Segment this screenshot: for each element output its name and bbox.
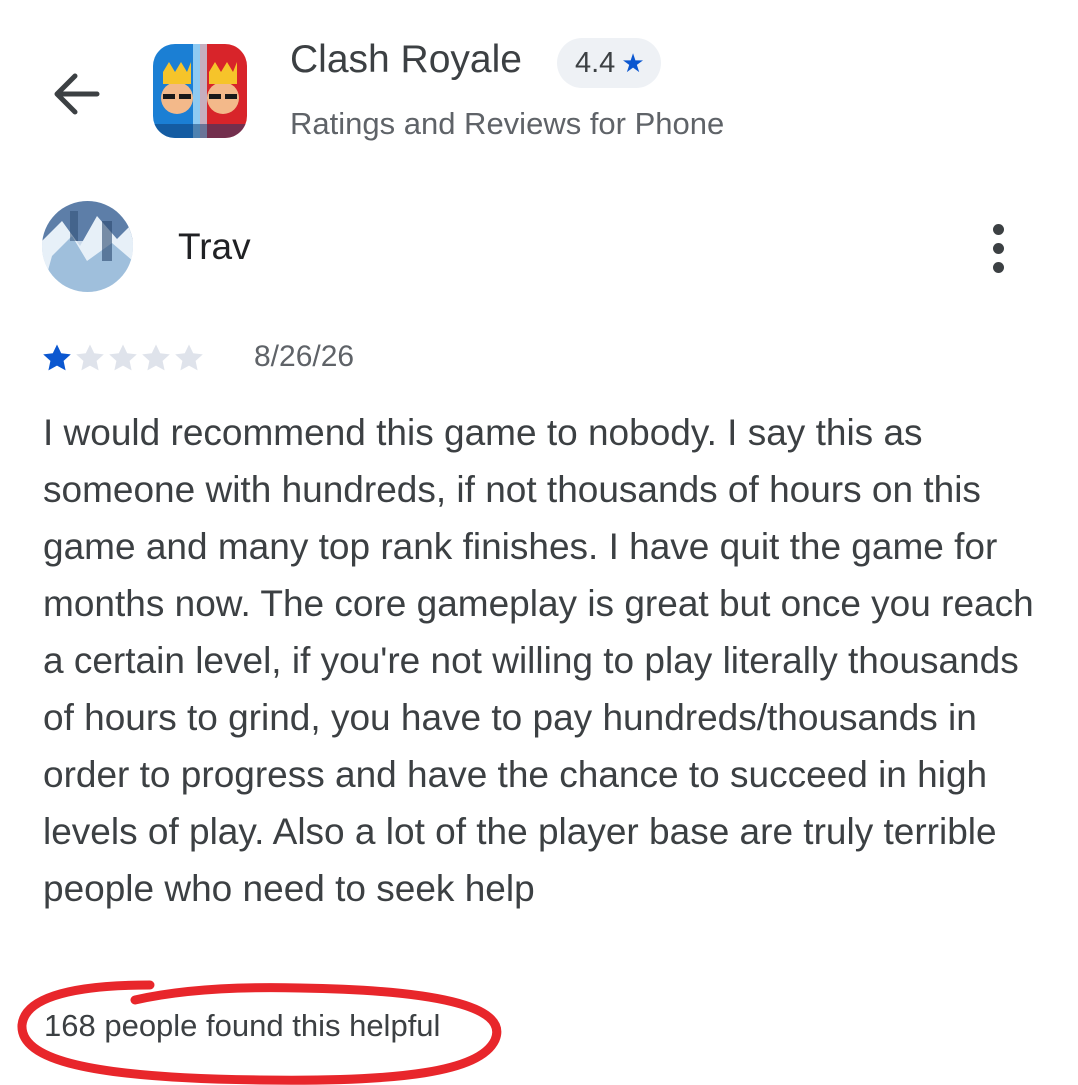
star-empty-icon — [142, 344, 170, 371]
star-rating — [42, 343, 204, 373]
reviewer-name: Trav — [178, 226, 251, 267]
user-avatar — [42, 201, 133, 292]
more-options-button[interactable] — [970, 218, 1026, 278]
clash-royale-app-icon — [153, 44, 247, 138]
arrow-left-icon — [54, 73, 100, 115]
star-empty-icon — [109, 344, 137, 371]
back-button[interactable] — [40, 58, 112, 130]
rating-chip: 4.4 ★ — [557, 38, 661, 88]
app-title: Clash Royale — [290, 38, 522, 81]
more-vert-icon — [992, 223, 1004, 235]
star-filled-icon — [43, 344, 71, 371]
review-text: I would recommend this game to nobody. I… — [43, 412, 1034, 909]
star-icon: ★ — [621, 48, 645, 78]
rating-value: 4.4 — [575, 46, 616, 79]
helpful-count: 168 people found this helpful — [44, 1008, 441, 1043]
page-subtitle: Ratings and Reviews for Phone — [290, 106, 725, 141]
review-date: 8/26/26 — [254, 340, 355, 373]
star-empty-icon — [175, 344, 203, 371]
star-empty-icon — [76, 344, 104, 371]
